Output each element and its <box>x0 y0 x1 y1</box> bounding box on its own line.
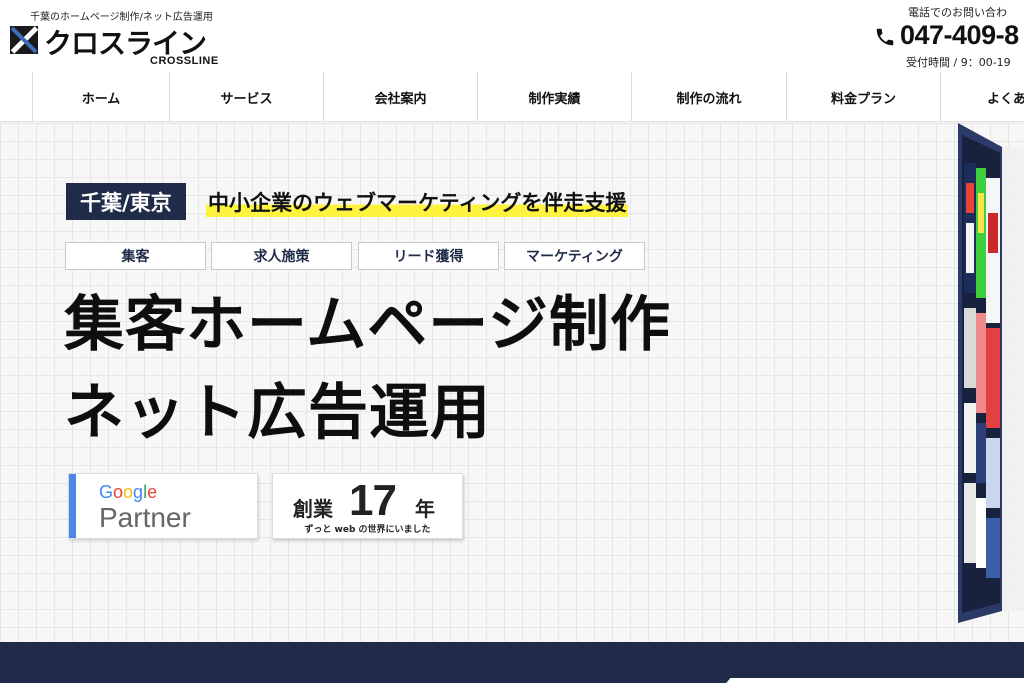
google-letter: g <box>133 482 144 502</box>
global-nav: ホーム サービス 会社案内 制作実績 制作の流れ 料金プラン よくあ <box>0 72 1024 122</box>
nav-item-pricing[interactable]: 料金プラン <box>786 72 940 121</box>
logo-subtext: CROSSLINE <box>150 55 219 67</box>
nav-item-works[interactable]: 制作実績 <box>477 72 631 121</box>
nav-item-services[interactable]: サービス <box>169 72 323 121</box>
years-caption: ずっと web の世界にいました <box>304 525 431 535</box>
partner-badge-bar <box>69 474 76 538</box>
partner-text: Partner <box>99 502 191 533</box>
nav-item-flow[interactable]: 制作の流れ <box>631 72 786 121</box>
phone-icon <box>876 28 894 46</box>
google-partner-badge: Google Partner <box>68 473 258 539</box>
business-hours: 受付時間 / 9：00-19 <box>906 56 1011 69</box>
logo-mark-icon <box>10 26 38 54</box>
years-prefix: 創業 <box>293 497 333 521</box>
region-label: 千葉/東京 <box>66 183 186 220</box>
phone-number-link[interactable]: 047-409-8 <box>900 20 1019 51</box>
google-letter: o <box>113 482 124 502</box>
service-tag: 集客 <box>65 242 206 270</box>
site-logo[interactable]: クロスライン CROSSLINE <box>10 24 250 68</box>
google-logo-text: Google <box>99 482 157 503</box>
years-unit: 年 <box>415 497 435 521</box>
years-in-business-badge: 創業 17 年 ずっと web の世界にいました <box>272 473 463 539</box>
google-letter: e <box>147 482 158 502</box>
nav-item-company[interactable]: 会社案内 <box>323 72 477 121</box>
nav-item-faq[interactable]: よくあ <box>940 72 1024 121</box>
google-letter: G <box>99 482 114 502</box>
contact-label: 電話でのお問い合わ <box>908 6 1007 19</box>
hero-catchcopy: 中小企業のウェブマーケティングを伴走支援 <box>206 187 629 217</box>
google-letter: o <box>123 482 134 502</box>
service-tag: マーケティング <box>504 242 645 270</box>
years-number: 17 <box>349 476 397 525</box>
service-tag: 求人施策 <box>211 242 352 270</box>
service-tag: リード獲得 <box>358 242 499 270</box>
site-tagline: 千葉のホームページ制作/ネット広告運用 <box>30 12 213 23</box>
hero-headline-line1: 集客ホームページ制作 <box>64 290 671 360</box>
divider-slope <box>713 678 1024 683</box>
site-header: 千葉のホームページ制作/ネット広告運用 クロスライン CROSSLINE 電話で… <box>0 0 1024 72</box>
hero-section: 千葉/東京 中小企業のウェブマーケティングを伴走支援 集客 求人施策 リード獲得… <box>0 123 1024 642</box>
contact-block: 電話でのお問い合わ 047-409-8 受付時間 / 9：00-19 <box>874 4 1024 70</box>
portfolio-showcase-image <box>958 123 1024 623</box>
section-divider-band <box>0 642 1024 683</box>
nav-item-home[interactable]: ホーム <box>32 72 169 121</box>
hero-headline-line2: ネット広告運用 <box>64 378 491 448</box>
